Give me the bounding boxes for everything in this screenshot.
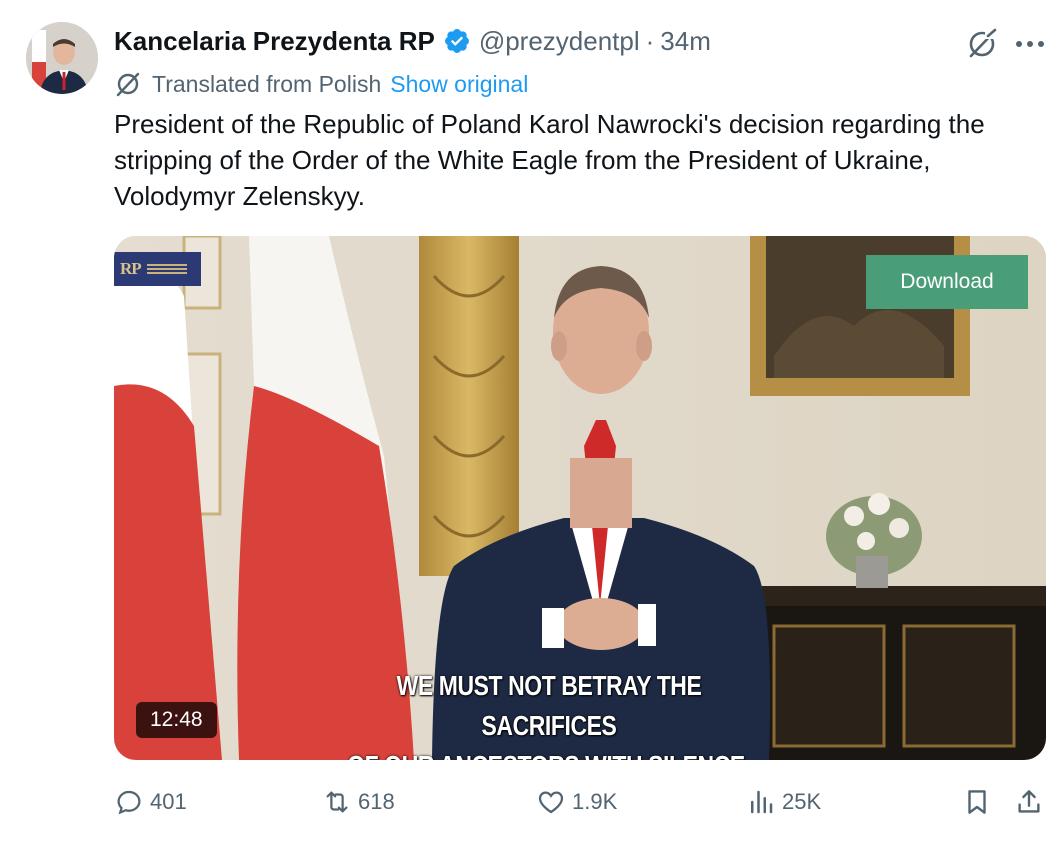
display-name[interactable]: Kancelaria Prezydenta RP: [114, 26, 435, 57]
verified-badge-icon: [444, 29, 469, 53]
download-button[interactable]: Download: [866, 255, 1028, 309]
caption-line-2: OF OUR ANCESTORS WITH SILENCE.: [340, 746, 758, 760]
video-caption: WE MUST NOT BETRAY THE SACRIFICES OF OUR…: [340, 666, 758, 760]
more-icon[interactable]: [1012, 26, 1048, 62]
grok-icon[interactable]: [964, 26, 1000, 62]
rp-logo: RP: [114, 252, 201, 286]
views-icon: [751, 790, 773, 814]
bookmark-button[interactable]: [962, 782, 992, 822]
tweet-actions: 401 618 1.9K 25K: [114, 782, 1054, 822]
repost-icon: [326, 791, 348, 813]
tweet-text: President of the Republic of Poland Karo…: [114, 109, 985, 211]
share-button[interactable]: [1014, 782, 1044, 822]
translate-icon: [116, 72, 140, 97]
translation-notice: Translated from Polish Show original: [114, 70, 528, 98]
tweet-time[interactable]: 34m: [660, 26, 711, 57]
like-button[interactable]: 1.9K: [536, 782, 617, 822]
views-count: 25K: [782, 789, 822, 814]
views-button[interactable]: 25K: [746, 782, 821, 822]
rp-logo-mark: RP: [120, 259, 142, 278]
avatar[interactable]: [26, 22, 98, 94]
video-player[interactable]: RP Download WE MUST NOT BETRAY THE SACRI…: [114, 236, 1046, 760]
like-icon: [538, 791, 564, 814]
reply-count: 401: [150, 789, 187, 814]
caption-line-1: WE MUST NOT BETRAY THE SACRIFICES: [396, 670, 702, 741]
video-duration: 12:48: [136, 702, 217, 738]
reply-button[interactable]: 401: [114, 782, 187, 822]
rp-logo-text: [146, 264, 187, 274]
share-icon: [1018, 790, 1040, 813]
repost-count: 618: [358, 789, 395, 814]
separator-dot: ·: [645, 25, 655, 56]
like-count: 1.9K: [572, 789, 618, 814]
reply-icon: [117, 790, 141, 815]
show-original-link[interactable]: Show original: [390, 71, 528, 98]
bookmark-icon: [968, 790, 986, 814]
translated-label: Translated from Polish: [152, 70, 382, 97]
repost-button[interactable]: 618: [322, 782, 395, 822]
tweet-header: Kancelaria Prezydenta RP @prezydentpl · …: [114, 24, 711, 58]
author-handle[interactable]: @prezydentpl: [479, 26, 640, 57]
